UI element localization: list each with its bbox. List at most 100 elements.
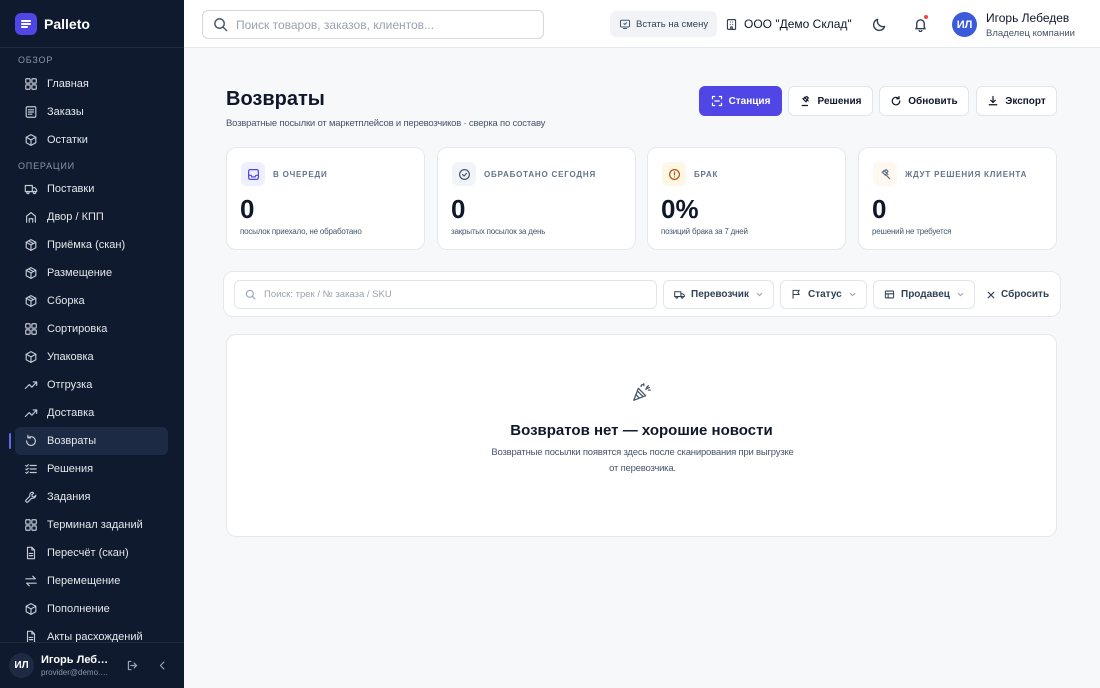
download-icon (987, 95, 999, 107)
stat-card-processed-today: ОБРАБОТАНО СЕГОДНЯ 0 закрытых посылок за… (437, 147, 636, 250)
sidebar-item-1-12[interactable]: Терминал заданий (15, 511, 168, 539)
sidebar-item-0-2[interactable]: Остатки (15, 126, 168, 154)
swap-icon (24, 574, 38, 588)
sidebar-item-1-1[interactable]: Двор / КПП (15, 203, 168, 231)
search-input[interactable] (236, 17, 543, 32)
package-icon (24, 294, 38, 308)
theme-toggle-icon[interactable] (868, 13, 890, 35)
sidebar-item-label: Возвраты (47, 435, 97, 447)
stat-card-awaiting-client: ЖДУТ РЕШЕНИЯ КЛИЕНТА 0 решений не требуе… (858, 147, 1057, 250)
sidebar-item-1-14[interactable]: Перемещение (15, 567, 168, 595)
export-button[interactable]: Экспорт (976, 86, 1057, 116)
company-switcher[interactable]: ООО "Демо Склад" (725, 13, 852, 35)
seller-filter[interactable]: Продавец (873, 280, 975, 309)
sidebar-user-email: provider@demo.palleto.ru (41, 668, 111, 677)
gate-icon (24, 210, 38, 224)
sidebar-item-1-5[interactable]: Сортировка (15, 315, 168, 343)
sidebar-item-0-1[interactable]: Заказы (15, 98, 168, 126)
station-button[interactable]: Станция (699, 86, 782, 116)
sidebar-item-1-10[interactable]: Решения (15, 455, 168, 483)
sidebar-item-0-0[interactable]: Главная (15, 70, 168, 98)
sidebar-item-label: Задания (47, 491, 91, 503)
collapse-sidebar-icon[interactable] (153, 657, 171, 675)
user-menu[interactable]: Игорь Лебедев Владелец компании (986, 11, 1075, 39)
brand-name: Palleto (44, 15, 90, 32)
returns-search[interactable] (234, 280, 657, 309)
checklist-icon (24, 462, 38, 476)
bell-icon[interactable] (909, 13, 931, 35)
filter-bar: Перевозчик Статус Продавец Сбросить (223, 271, 1061, 317)
refresh-label: Обновить (908, 95, 958, 107)
box-icon (24, 350, 38, 364)
notification-dot (923, 14, 929, 20)
carrier-filter[interactable]: Перевозчик (663, 280, 774, 309)
truck-icon (24, 182, 38, 196)
start-shift-button[interactable]: Встать на смену (610, 11, 718, 37)
avatar[interactable]: ИЛ (9, 653, 34, 678)
stat-value: 0 (451, 194, 466, 224)
section-label-overview: ОБЗОР (18, 55, 54, 65)
sidebar-item-1-4[interactable]: Сборка (15, 287, 168, 315)
chevron-down-icon (755, 290, 764, 299)
chevron-down-icon (956, 290, 965, 299)
close-icon (986, 290, 996, 300)
sidebar-item-1-0[interactable]: Поставки (15, 175, 168, 203)
list-icon (24, 105, 38, 119)
stat-label: В ОЧЕРЕДИ (273, 170, 328, 179)
sidebar-item-label: Решения (47, 463, 94, 475)
stat-card-queue: В ОЧЕРЕДИ 0 посылок приехало, не обработ… (226, 147, 425, 250)
trend-icon (24, 378, 38, 392)
sidebar-item-1-7[interactable]: Отгрузка (15, 371, 168, 399)
logo-icon (15, 12, 37, 35)
document-icon (24, 546, 38, 560)
status-filter-label: Статус (808, 289, 842, 300)
sidebar-item-label: Терминал заданий (47, 519, 143, 531)
sidebar-item-label: Доставка (47, 407, 95, 419)
sidebar-item-1-8[interactable]: Доставка (15, 399, 168, 427)
logout-icon[interactable] (123, 657, 141, 675)
reset-filters-button[interactable]: Сбросить (986, 280, 1049, 309)
stat-label: ЖДУТ РЕШЕНИЯ КЛИЕНТА (905, 170, 1028, 179)
sidebar-item-1-2[interactable]: Приёмка (скан) (15, 231, 168, 259)
sidebar-item-1-9[interactable]: Возвраты (9, 427, 168, 455)
store-icon (884, 289, 895, 300)
sidebar-item-label: Заказы (47, 106, 84, 118)
trend-icon (24, 406, 38, 420)
user-avatar[interactable]: ИЛ (952, 12, 977, 37)
brand[interactable]: Palleto (0, 0, 184, 48)
sidebar-item-1-3[interactable]: Размещение (15, 259, 168, 287)
carrier-filter-label: Перевозчик (691, 289, 749, 300)
package-icon (24, 238, 38, 252)
sidebar-item-label: Сортировка (47, 323, 108, 335)
stat-value: 0% (661, 194, 699, 224)
return-icon (24, 434, 38, 448)
section-label-operations: ОПЕРАЦИИ (18, 161, 75, 171)
sidebar-item-label: Отгрузка (47, 379, 93, 391)
chevron-down-icon (848, 290, 857, 299)
sidebar-item-1-6[interactable]: Упаковка (15, 343, 168, 371)
decisions-button[interactable]: Решения (788, 86, 873, 116)
sidebar-item-1-13[interactable]: Пересчёт (скан) (15, 539, 168, 567)
decisions-label: Решения (817, 95, 862, 107)
refresh-button[interactable]: Обновить (879, 86, 969, 116)
inbox-icon (241, 162, 265, 186)
sidebar-item-1-15[interactable]: Пополнение (15, 595, 168, 623)
page-title: Возвраты (226, 88, 325, 110)
empty-state-description: Возвратные посылки появятся здесь после … (491, 447, 794, 474)
global-search[interactable] (202, 10, 544, 39)
nav-list-operations: Поставки Двор / КПП Приёмка (скан) Размещен… (0, 175, 184, 651)
nav-list-overview: Главная Заказы Остатки (0, 70, 184, 154)
sidebar-user: ИЛ Игорь Лебедев provider@demo.palleto.r… (0, 642, 184, 688)
status-filter[interactable]: Статус (780, 280, 867, 309)
export-label: Экспорт (1005, 95, 1046, 107)
sidebar-item-1-11[interactable]: Задания (15, 483, 168, 511)
scan-icon (711, 95, 723, 107)
box-icon (24, 602, 38, 616)
returns-search-input[interactable] (264, 289, 656, 300)
flag-icon (791, 289, 802, 300)
user-role: Владелец компании (986, 28, 1075, 39)
company-name: ООО "Демо Склад" (744, 17, 852, 31)
refresh-icon (890, 95, 902, 107)
truck-icon (674, 289, 685, 300)
sidebar: Palleto ОБЗОР Главная Заказы Остатки ОПЕРА… (0, 0, 184, 688)
